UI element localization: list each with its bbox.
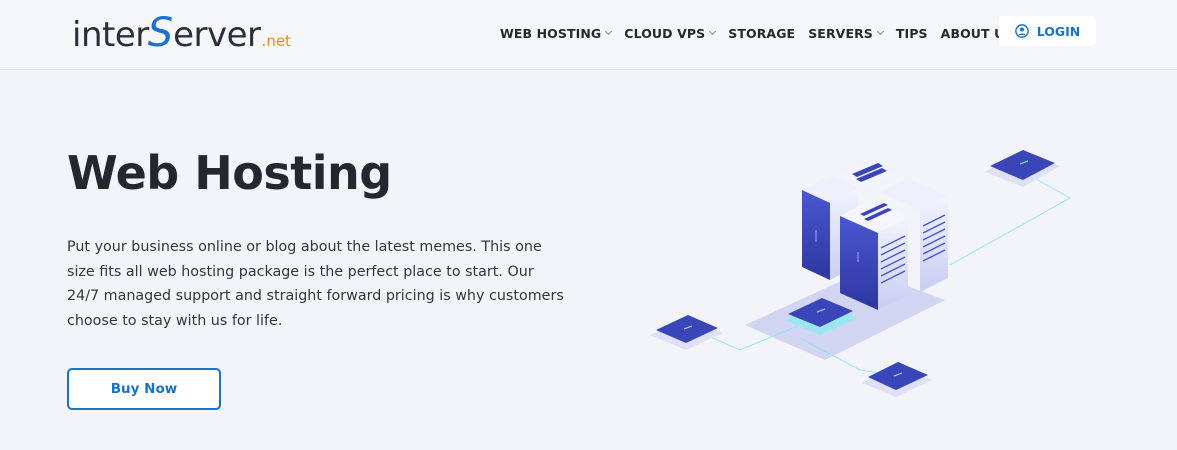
- nav-label: TIPS: [895, 25, 928, 41]
- nav-label: WEB HOSTING: [500, 25, 602, 41]
- nav-item-cloud-vps[interactable]: CLOUD VPS: [624, 25, 717, 41]
- nav-item-servers[interactable]: SERVERS: [808, 25, 884, 41]
- hero-description: Put your business online or blog about t…: [67, 239, 564, 329]
- login-button[interactable]: LOGIN: [999, 16, 1096, 46]
- tile-bottom: [862, 362, 932, 397]
- nav-label: SERVERS: [808, 25, 873, 41]
- page-title: Web Hosting: [67, 146, 392, 200]
- main-nav: WEB HOSTING CLOUD VPS STORAGE SERVERS TI…: [500, 0, 1036, 66]
- nav-item-storage[interactable]: STORAGE: [728, 26, 795, 41]
- chevron-down-icon: [605, 27, 613, 36]
- tile-left: [650, 315, 722, 350]
- logo-text-net: .net: [261, 32, 291, 50]
- nav-item-tips[interactable]: TIPS: [896, 26, 928, 41]
- buy-now-button[interactable]: Buy Now: [67, 368, 221, 410]
- chevron-down-icon: [876, 27, 884, 36]
- logo-text-erver: erver: [173, 15, 261, 55]
- nav-item-web-hosting[interactable]: WEB HOSTING: [500, 25, 613, 41]
- nav-label: STORAGE: [728, 25, 796, 41]
- server-rack-illustration: [650, 150, 1072, 397]
- chevron-down-icon: [709, 27, 717, 36]
- logo-text-inter: inter: [72, 15, 149, 55]
- login-label: LOGIN: [1036, 23, 1081, 39]
- site-header: inter S erver .net WEB HOSTING CLOUD VPS…: [0, 0, 1177, 70]
- interserver-logo[interactable]: inter S erver .net: [72, 10, 291, 56]
- nav-label: CLOUD VPS: [624, 25, 706, 41]
- logo-text-s: S: [147, 10, 174, 56]
- server-tower-4: [840, 200, 908, 310]
- user-circle-icon: [1014, 24, 1029, 38]
- tile-top-right: [985, 150, 1060, 187]
